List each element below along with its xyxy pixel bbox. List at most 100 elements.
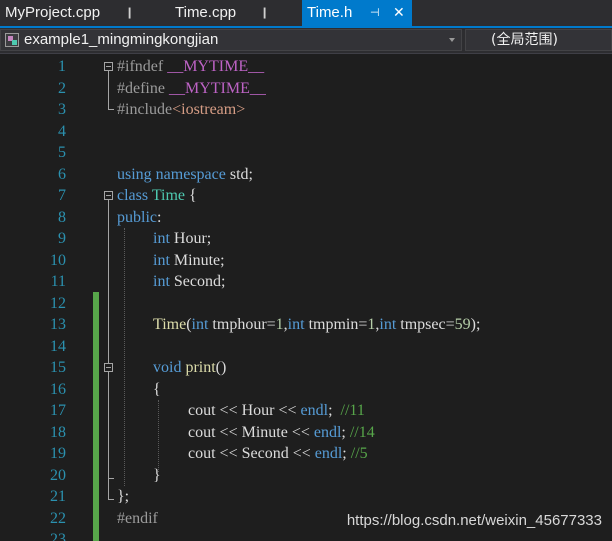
collapse-icon[interactable] — [104, 191, 113, 200]
code-line-15: void print() — [153, 357, 226, 379]
watermark: https://blog.csdn.net/weixin_45677333 — [346, 512, 602, 529]
code-line-21: }; — [117, 486, 129, 508]
close-icon[interactable]: ✕ — [393, 0, 405, 26]
chevron-down-icon — [449, 38, 455, 42]
code-line-11: int Second; — [153, 271, 225, 293]
token: Second; — [173, 273, 226, 290]
document-tab-strip: MyProject.cpp ❙ Time.cpp ❙ Time.h ⊣ ✕ — [0, 0, 612, 26]
code-line-20: } — [153, 465, 161, 487]
token: ; — [341, 423, 350, 441]
tab-label: Time.cpp — [175, 4, 237, 21]
code-editor[interactable]: 1 2 3 4 5 6 7 8 9 10 11 12 13 14 15 16 1… — [0, 54, 612, 541]
token: () — [215, 359, 227, 376]
line-number: 11 — [50, 273, 66, 290]
token: #endif — [117, 509, 158, 527]
line-number: 4 — [58, 122, 66, 140]
tab-time-h[interactable]: Time.h ⊣ ✕ — [302, 0, 412, 26]
line-number: 22 — [50, 509, 66, 527]
fold-line — [108, 71, 109, 109]
line-number: 13 — [50, 316, 66, 333]
fold-end — [108, 499, 114, 500]
fold-end — [108, 109, 114, 110]
collapse-icon[interactable] — [104, 62, 113, 71]
fold-line — [108, 372, 109, 478]
line-number: 18 — [50, 423, 66, 441]
token: { — [189, 187, 197, 204]
global-scope-label: (全局范围) — [491, 32, 558, 48]
code-line-3: #include<iostream> — [117, 99, 245, 121]
token: } — [153, 466, 161, 484]
token: Time — [151, 187, 186, 204]
project-scope-label: example1_mingmingkongjian — [24, 31, 219, 48]
token: <iostream> — [172, 101, 246, 118]
code-line-6: using namespace std; — [117, 164, 253, 186]
tab-label: Time.h — [307, 4, 353, 21]
token: print — [185, 359, 216, 376]
line-number: 1 — [58, 58, 66, 75]
line-number: 2 — [58, 79, 66, 97]
tab-label: MyProject.cpp — [5, 4, 101, 21]
global-scope-dropdown[interactable]: (全局范围) — [465, 29, 612, 51]
indent-guide — [158, 400, 159, 472]
code-line-22: #endif — [117, 508, 158, 530]
token: : — [157, 208, 162, 226]
line-number: 20 — [50, 466, 66, 484]
token: //11 — [340, 402, 365, 419]
line-number: 12 — [50, 294, 66, 312]
token: ; — [328, 402, 341, 419]
code-line-2: #define __MYTIME__ — [117, 78, 266, 100]
token: endl — [313, 423, 342, 441]
token: int — [153, 273, 170, 290]
line-number: 14 — [50, 337, 66, 355]
token: int — [153, 251, 170, 269]
code-line-13: Time(int tmphour=1,int tmpmin=1,int tmps… — [153, 314, 480, 336]
line-number: 7 — [58, 187, 66, 204]
line-number: 8 — [58, 208, 66, 226]
token: 1 — [275, 316, 284, 333]
token: #include — [117, 101, 173, 118]
code-line-16: { — [153, 379, 161, 401]
line-number: 6 — [58, 165, 66, 183]
project-icon — [5, 33, 19, 47]
project-scope-dropdown[interactable]: example1_mingmingkongjian — [0, 29, 462, 51]
line-number: 19 — [50, 445, 66, 462]
token: using — [117, 165, 152, 183]
tab-time-cpp[interactable]: Time.cpp ❙ — [170, 0, 280, 26]
token: int — [379, 316, 397, 333]
pin-icon[interactable]: ❙ — [125, 0, 134, 26]
indent-guide — [124, 228, 125, 486]
token: endl — [314, 445, 343, 462]
line-number: 23 — [50, 531, 66, 541]
line-number: 3 — [58, 101, 66, 118]
code-line-17: cout << Hour << endl; //11 — [188, 400, 365, 422]
tab-myproject-cpp[interactable]: MyProject.cpp ❙ — [0, 0, 150, 26]
code-line-9: int Hour; — [153, 228, 211, 250]
indicator-margin — [0, 54, 22, 541]
token: void — [153, 359, 182, 376]
token: tmphour= — [212, 316, 276, 333]
token: int — [287, 316, 305, 333]
navigation-bar: example1_mingmingkongjian (全局范围) — [0, 28, 612, 54]
pin-icon[interactable]: ⊣ — [370, 0, 380, 26]
pin-icon[interactable]: ❙ — [260, 0, 269, 26]
token: __MYTIME__ — [167, 58, 265, 75]
token: Minute; — [173, 251, 225, 269]
token: tmpsec= — [400, 316, 455, 333]
token: 59 — [454, 316, 471, 333]
token: cout << Minute << — [188, 423, 314, 441]
code-line-1: #ifndef __MYTIME__ — [117, 56, 264, 78]
code-line-10: int Minute; — [153, 250, 225, 272]
token: std; — [229, 165, 253, 183]
token: endl — [300, 402, 329, 419]
line-number: 5 — [58, 144, 66, 161]
line-number: 21 — [50, 488, 66, 505]
line-number: 16 — [50, 380, 66, 398]
code-line-19: cout << Second << endl; //5 — [188, 443, 368, 465]
token: cout << Second << — [188, 445, 315, 462]
line-number: 9 — [58, 230, 66, 247]
token: }; — [117, 488, 130, 505]
token: namespace — [155, 165, 226, 183]
collapse-icon[interactable] — [104, 363, 113, 372]
token: Hour; — [173, 230, 212, 247]
token: int — [191, 316, 209, 333]
